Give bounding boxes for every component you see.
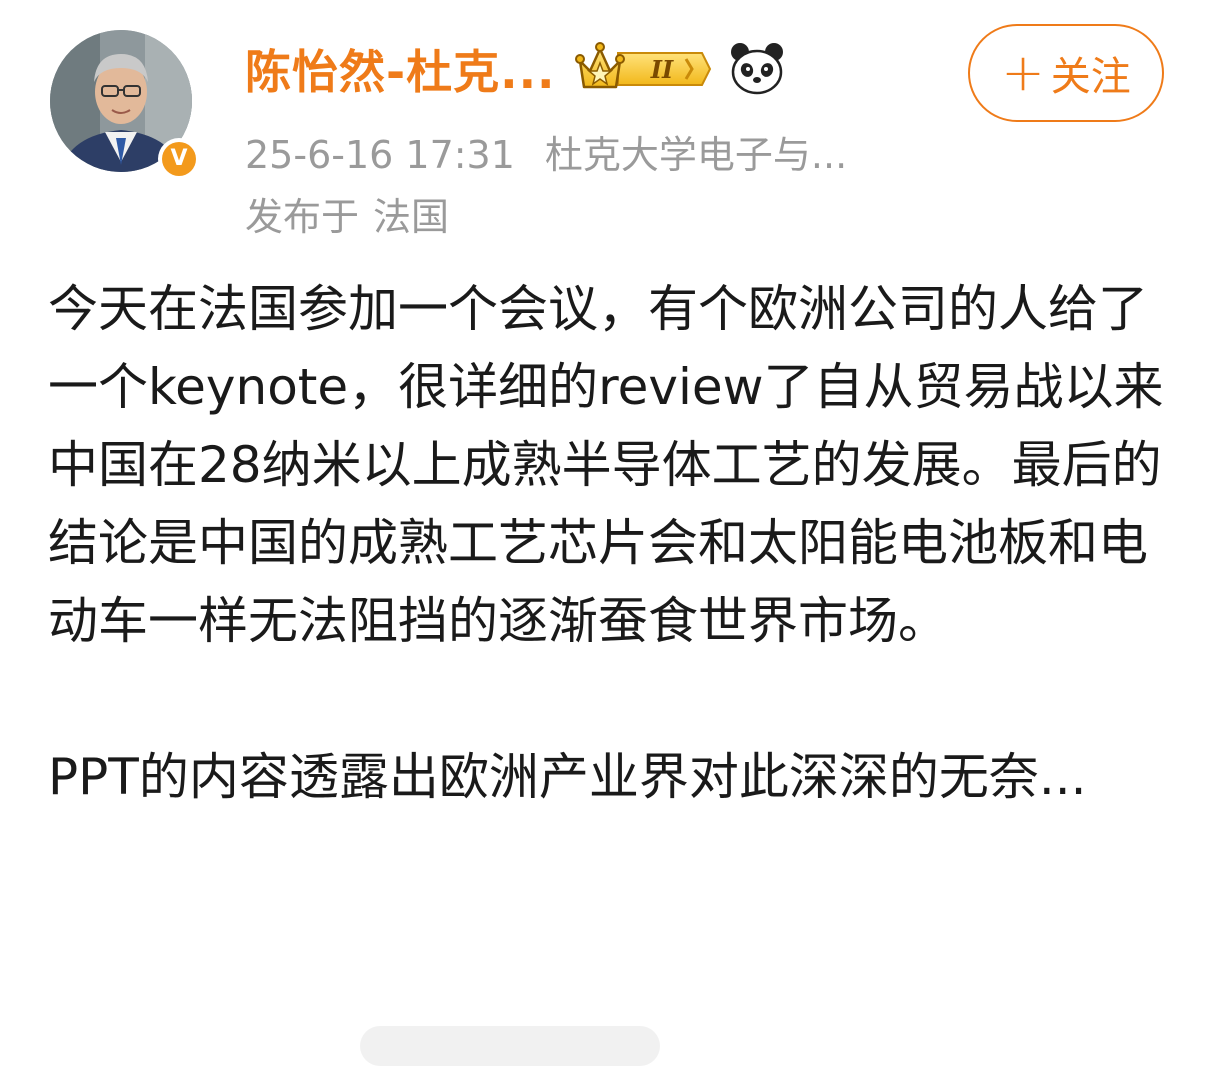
location-name: 法国 — [373, 195, 450, 239]
verified-badge: V — [158, 138, 200, 180]
vip-level-text: II — [649, 55, 673, 84]
follow-button[interactable]: + 关注 — [968, 24, 1164, 122]
author-name[interactable]: 陈怡然-杜克... — [245, 36, 556, 102]
author-avatar[interactable]: V — [50, 30, 200, 180]
panda-icon — [730, 43, 783, 95]
post-paragraph: PPT的内容透露出欧洲产业界对此深深的无奈... — [48, 748, 1087, 806]
post-paragraph: 今天在法国参加一个会议，有个欧洲公司的人给了一个keynote，很详细的revi… — [48, 280, 1164, 650]
published-prefix: 发布于 — [245, 195, 360, 239]
post-body: 今天在法国参加一个会议，有个欧洲公司的人给了一个keynote，很详细的revi… — [48, 270, 1178, 816]
crown-vip-badge-icon[interactable]: II — [574, 39, 714, 99]
verified-v-icon: V — [162, 142, 196, 176]
plus-icon: + — [1001, 43, 1045, 103]
author-name-row: 陈怡然-杜克... II — [245, 36, 786, 102]
post-header: V 陈怡然-杜克... II 25-6-16 17:31 杜克大学电子与... … — [0, 0, 1216, 260]
post-location: 发布于 法国 — [245, 186, 449, 241]
post-timestamp: 25-6-16 17:31 — [245, 133, 515, 177]
follow-label: 关注 — [1050, 54, 1131, 100]
post-source[interactable]: 杜克大学电子与... — [545, 133, 847, 177]
post-meta: 25-6-16 17:31 杜克大学电子与... — [245, 124, 847, 179]
bottom-action-pill[interactable] — [360, 1026, 660, 1066]
